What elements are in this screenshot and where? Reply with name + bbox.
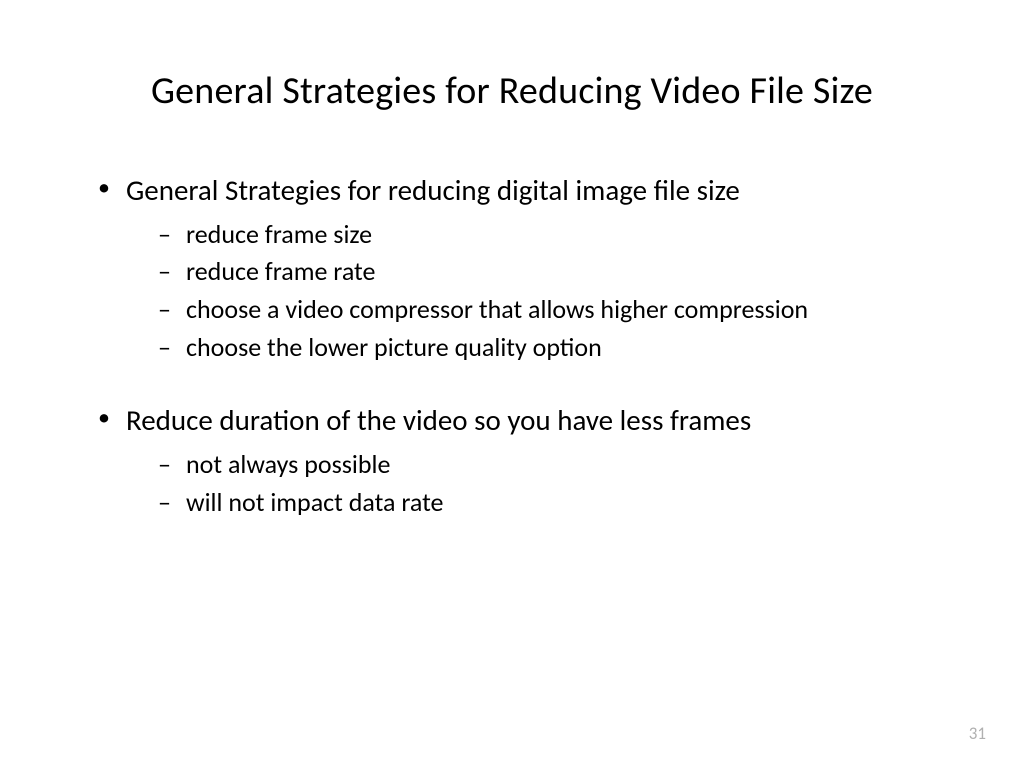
sub-list-item: not always possible bbox=[158, 446, 944, 484]
sub-list-item: choose a video compressor that allows hi… bbox=[158, 291, 944, 329]
sub-bullet-text: choose the lower picture quality option bbox=[186, 331, 602, 363]
sub-bullet-list: not always possible will not impact data… bbox=[126, 446, 944, 521]
bullet-text: General Strategies for reducing digital … bbox=[126, 172, 740, 208]
sub-bullet-text: reduce frame rate bbox=[186, 255, 375, 287]
bullet-text: Reduce duration of the video so you have… bbox=[126, 402, 751, 438]
sub-list-item: will not impact data rate bbox=[158, 484, 944, 522]
bullet-list: General Strategies for reducing digital … bbox=[80, 172, 944, 522]
sub-bullet-text: will not impact data rate bbox=[186, 486, 443, 518]
sub-bullet-list: reduce frame size reduce frame rate choo… bbox=[126, 216, 944, 367]
slide-container: General Strategies for Reducing Video Fi… bbox=[0, 0, 1024, 768]
page-number: 31 bbox=[969, 723, 986, 744]
sub-bullet-text: choose a video compressor that allows hi… bbox=[186, 293, 808, 325]
sub-list-item: reduce frame rate bbox=[158, 253, 944, 291]
sub-bullet-text: not always possible bbox=[186, 448, 390, 480]
sub-bullet-text: reduce frame size bbox=[186, 218, 372, 250]
sub-list-item: choose the lower picture quality option bbox=[158, 329, 944, 367]
sub-list-item: reduce frame size bbox=[158, 216, 944, 254]
slide-title: General Strategies for Reducing Video Fi… bbox=[80, 68, 944, 114]
list-item: General Strategies for reducing digital … bbox=[98, 172, 944, 366]
list-item: Reduce duration of the video so you have… bbox=[98, 402, 944, 521]
